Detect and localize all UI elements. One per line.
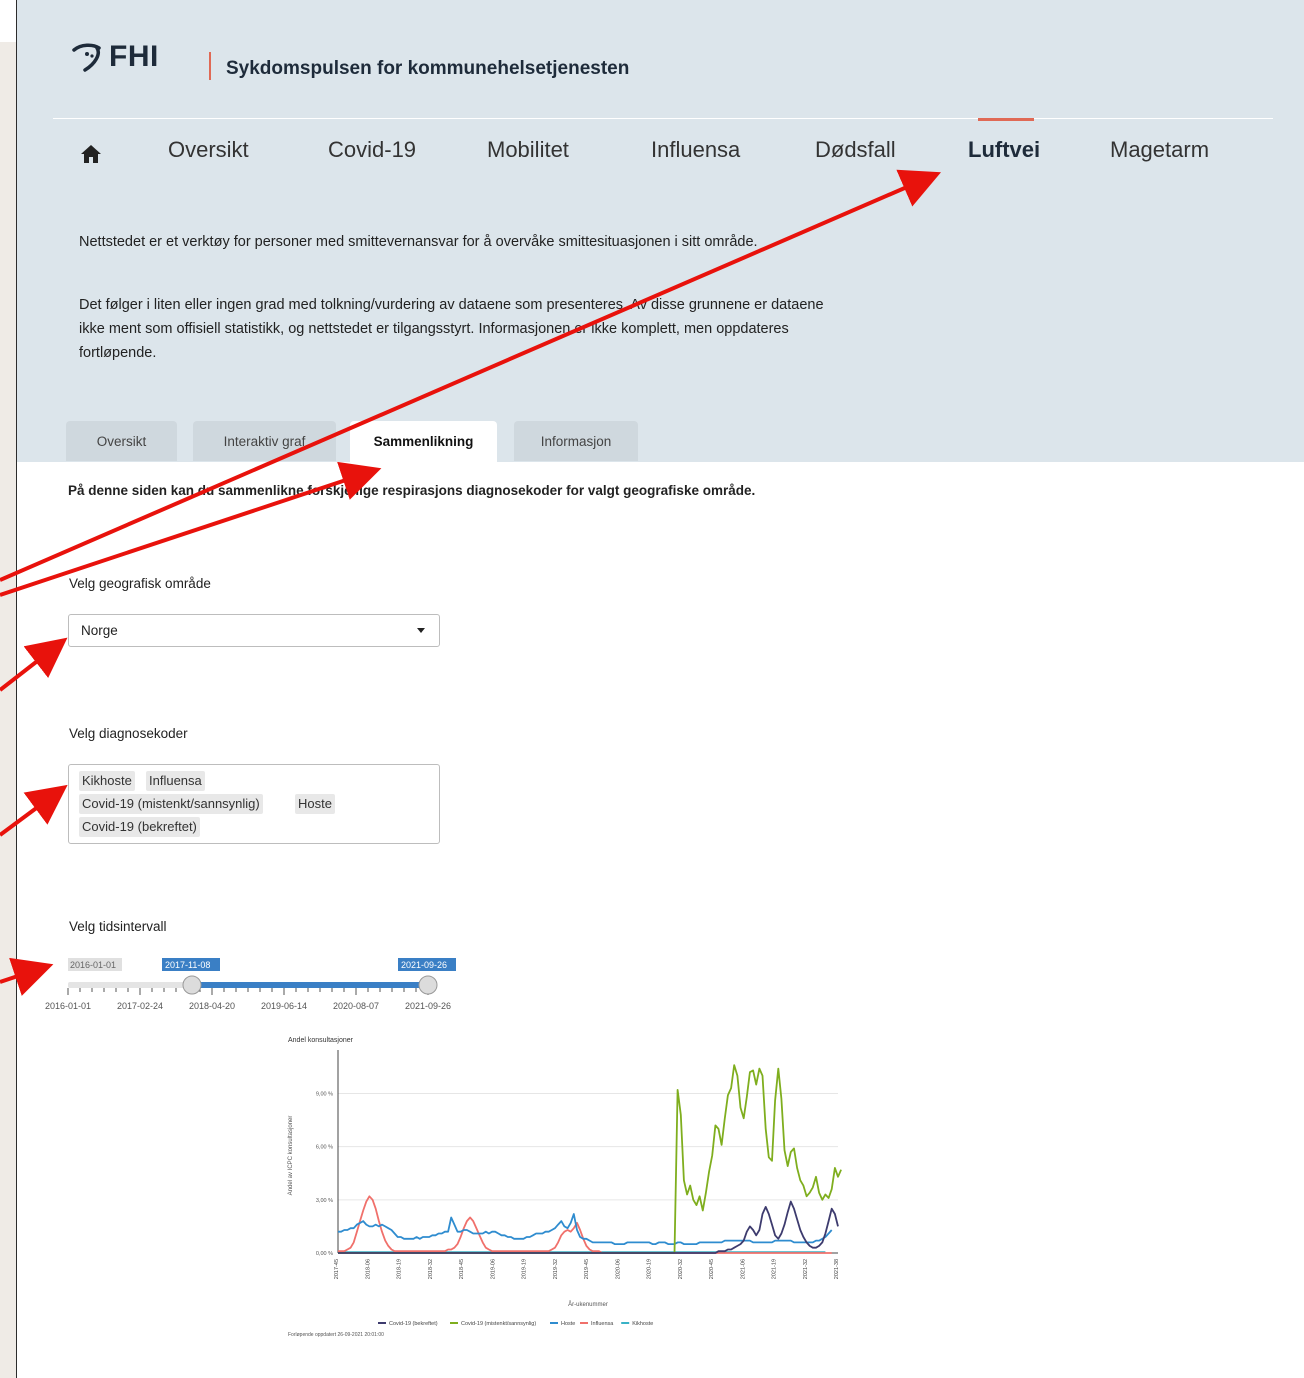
nav-item-oversikt[interactable]: Oversikt [168, 137, 249, 163]
chart-x-tick-label: 2020-06 [615, 1259, 621, 1279]
chart-footnote: Forløpende oppdatert 26-09-2021 20:01:00 [288, 1332, 384, 1338]
diagnosis-chip[interactable]: Covid-19 (bekreftet) [79, 817, 200, 837]
slider-tick-label: 2021-09-26 [405, 1001, 451, 1011]
slider-to-handle[interactable] [418, 975, 438, 995]
comparison-chart: Andel konsultasjoner 0,00 % 3,00 % 6,00 % 9,… [288, 1037, 842, 1338]
slider-min-label: 2016-01-01 [70, 960, 116, 970]
nav-item-dodsfall[interactable]: Dødsfall [815, 137, 896, 163]
chart-x-tick-label: 2019-06 [490, 1259, 496, 1279]
chart-x-tick-label: 2020-19 [647, 1259, 653, 1279]
geo-select[interactable]: Norge [68, 614, 440, 647]
slider-from-label: 2017-11-08 [165, 960, 210, 970]
chart-y-tick-label: 9,00 % [316, 1091, 333, 1097]
chart-x-tick-label: 2020-32 [678, 1259, 684, 1279]
chart-legend-label: Influensa [591, 1321, 614, 1327]
page-description: På denne siden kan du sammenlikne forskj… [68, 483, 756, 498]
chart-legend-label: Hoste [561, 1321, 575, 1327]
chart-y-tick-label: 6,00 % [316, 1145, 333, 1151]
chart-y-axis-label: Andel av ICPC konsultasjoner [288, 1116, 294, 1196]
geo-label: Velg geografisk område [69, 576, 211, 591]
nav-item-magetarm[interactable]: Magetarm [1110, 137, 1209, 163]
chart-x-tick-label: 2019-45 [584, 1259, 590, 1279]
slider-to-label: 2021-09-26 [401, 960, 447, 970]
chart-legend-label: Kikhoste [632, 1321, 653, 1327]
chart-x-tick-label: 2019-32 [553, 1259, 559, 1279]
slider-tick-label: 2016-01-01 [45, 1001, 91, 1011]
fhi-logo[interactable]: FHI [71, 40, 159, 74]
diagnosis-chip[interactable]: Influensa [146, 771, 205, 791]
time-range-slider[interactable]: 2016-01-01 2017-11-08 2021-09-26 2016-01… [0, 950, 460, 1020]
chart-y-tick-label: 0,00 % [316, 1251, 333, 1257]
chart-x-tick-label: 2018-19 [397, 1259, 403, 1279]
site-header: FHI Sykdomspulsen for kommunehelsetjenes… [16, 0, 1304, 199]
nav-item-covid-19[interactable]: Covid-19 [328, 137, 416, 163]
chart-x-tick-label: 2021-38 [834, 1259, 840, 1279]
nav-item-influensa[interactable]: Influensa [651, 137, 740, 163]
tab-oversikt[interactable]: Oversikt [66, 421, 177, 461]
fhi-logo-icon [72, 43, 101, 72]
logo-text: FHI [109, 40, 159, 73]
chart-x-axis-label: År-ukenummer [568, 1301, 608, 1308]
chart-x-tick-label: 2020-45 [709, 1259, 715, 1279]
slider-tick-label: 2019-06-14 [261, 1001, 307, 1011]
intro-paragraph-1: Nettstedet er et verktøy for personer me… [79, 234, 758, 250]
diagnosis-chip[interactable]: Kikhoste [79, 771, 135, 791]
logo-divider [209, 52, 211, 80]
slider-tick-labels: 2016-01-01 2017-02-24 2018-04-20 2019-06-14… [45, 1001, 451, 1011]
chart-x-tick-label: 2019-19 [522, 1259, 528, 1279]
left-gutter [0, 42, 17, 1378]
tab-sammenlikning[interactable]: Sammenlikning [350, 421, 497, 463]
diagnosis-chip[interactable]: Hoste [295, 794, 335, 814]
chart-x-tick-label: 2021-06 [740, 1259, 746, 1279]
chart-x-tick-label: 2017-45 [334, 1259, 340, 1279]
nav-item-luftvei[interactable]: Luftvei [968, 137, 1040, 163]
chart-x-tick-label: 2021-32 [803, 1259, 809, 1279]
chart-x-tick-label: 2018-45 [459, 1259, 465, 1279]
time-label: Velg tidsintervall [69, 919, 167, 934]
diagnoses-label: Velg diagnosekoder [69, 726, 188, 741]
site-title[interactable]: Sykdomspulsen for kommunehelsetjenesten [226, 58, 629, 80]
chart-series-line [338, 1195, 832, 1254]
active-nav-indicator [978, 118, 1034, 121]
tab-informasjon[interactable]: Informasjon [514, 421, 638, 461]
slider-tick-label: 2020-08-07 [333, 1001, 379, 1011]
chart-series-line [338, 1213, 833, 1245]
geo-select-value: Norge [81, 623, 118, 638]
slider-selected-range [192, 982, 430, 988]
diagnoses-multiselect[interactable]: Kikhoste Influensa Covid-19 (mistenkt/sa… [68, 764, 440, 844]
slider-from-handle[interactable] [182, 975, 202, 995]
nav-item-mobilitet[interactable]: Mobilitet [487, 137, 569, 163]
chart-x-tick-label: 2018-32 [428, 1259, 434, 1279]
intro-paragraph-2: Det følger i liten eller ingen grad med … [79, 297, 824, 361]
chart-series-line [338, 1200, 839, 1254]
slider-tick-label: 2018-04-20 [189, 1001, 235, 1011]
diagnosis-chip[interactable]: Covid-19 (mistenkt/sannsynlig) [79, 794, 263, 814]
slider-ticks [67, 988, 429, 995]
chart-y-tick-label: 3,00 % [316, 1198, 333, 1204]
chart-x-tick-label: 2018-06 [365, 1259, 371, 1279]
tab-interaktiv-graf[interactable]: Interaktiv graf [193, 421, 336, 461]
chart-legend-label: Covid-19 (mistenkt/sannsynlig) [461, 1321, 536, 1327]
chart-x-tick-label: 2021-19 [772, 1259, 778, 1279]
chart-title: Andel konsultasjoner [288, 1037, 354, 1044]
chevron-down-icon [417, 628, 425, 633]
chart-legend-label: Covid-19 (bekreftet) [389, 1321, 438, 1327]
main-nav: Oversikt Covid-19 Mobilitet Influensa Dø… [17, 137, 1304, 173]
nav-divider [53, 118, 1273, 119]
slider-tick-label: 2017-02-24 [117, 1001, 163, 1011]
